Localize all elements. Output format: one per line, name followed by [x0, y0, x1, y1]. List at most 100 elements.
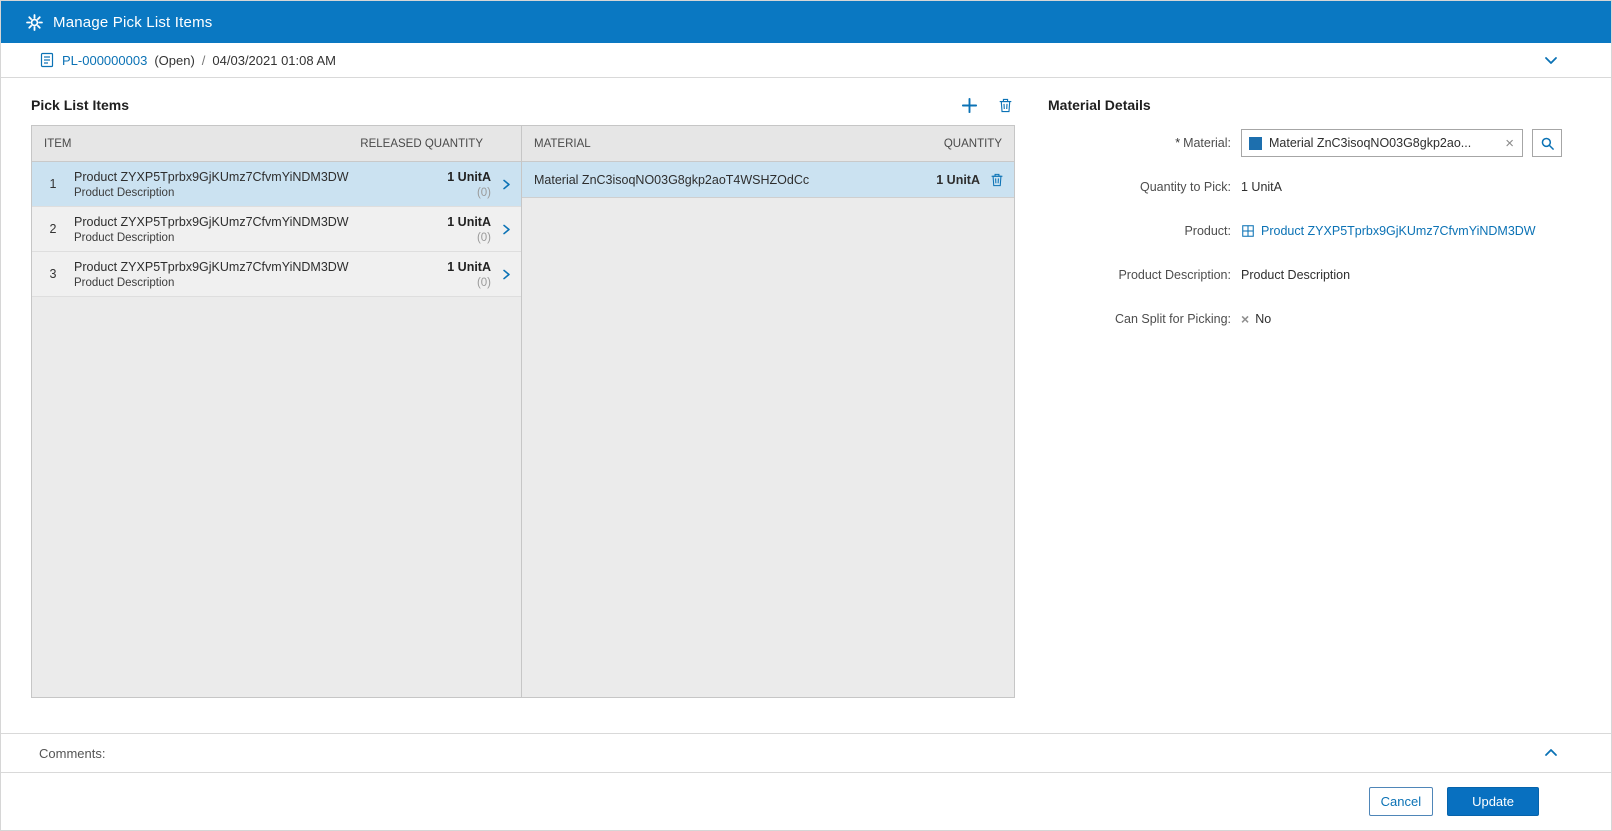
can-split-label: Can Split for Picking: — [1114, 312, 1231, 326]
item-product-cell: Product ZYXP5Tprbx9GjKUmz7CfvmYiNDM3DW P… — [74, 260, 447, 289]
quantity-to-pick-value: 1 UnitA — [1241, 180, 1282, 194]
item-number: 2 — [49, 222, 57, 236]
items-table-header: ITEM RELEASED QUANTITY — [32, 126, 521, 162]
app-header: Manage Pick List Items — [1, 1, 1611, 43]
collapse-summary-button[interactable] — [1541, 50, 1561, 70]
pick-list-item-row[interactable]: 3 Product ZYXP5Tprbx9GjKUmz7CfvmYiNDM3DW… — [32, 252, 521, 297]
clear-icon[interactable]: × — [1504, 136, 1515, 151]
material-details-title: Material Details — [1048, 97, 1151, 113]
material-field-value: Material ZnC3isoqNO03G8gkp2ao... × — [1241, 129, 1562, 157]
material-quantity: 1 UnitA — [936, 172, 980, 187]
material-name: Material ZnC3isoqNO03G8gkp2aoT4WSHZOdCc — [534, 172, 810, 187]
material-swatch-icon — [1249, 136, 1262, 150]
breadcrumb-separator: / — [201, 52, 206, 68]
product-grid-icon — [1241, 224, 1255, 238]
material-combobox[interactable]: Material ZnC3isoqNO03G8gkp2ao... × — [1241, 129, 1523, 157]
comments-bar: Comments: — [1, 733, 1611, 773]
comments-label: Comments: — [39, 745, 106, 761]
footer-actions: Cancel Update — [1, 773, 1611, 830]
row-detail-chevron[interactable] — [491, 268, 521, 281]
column-header-item: ITEM — [44, 137, 72, 150]
item-product-description: Product Description — [74, 231, 175, 244]
can-split-row: Can Split for Picking: × No — [1048, 305, 1571, 333]
can-split-text: No — [1255, 312, 1272, 326]
materials-table: MATERIAL QUANTITY Material ZnC3isoqNO03G… — [522, 126, 1014, 697]
delete-material-button[interactable] — [990, 172, 1004, 187]
pick-list-item-row[interactable]: 1 Product ZYXP5Tprbx9GjKUmz7CfvmYiNDM3DW… — [32, 162, 521, 207]
can-split-value: × No — [1241, 312, 1271, 326]
quantity-to-pick-row: Quantity to Pick: 1 UnitA — [1048, 173, 1571, 201]
trash-icon — [998, 97, 1013, 113]
quantity-to-pick-label: Quantity to Pick: — [1139, 180, 1231, 194]
pick-list-items-section: Pick List Items ITEM RELEASED QUANTITY 1… — [31, 90, 1015, 733]
update-button[interactable]: Update — [1447, 787, 1539, 816]
picklist-document-icon — [39, 52, 55, 68]
gear-icon — [26, 13, 43, 31]
items-table-empty-area — [32, 297, 521, 697]
material-field-row: * Material: Material ZnC3isoqNO03G8gkp2ao… — [1048, 129, 1571, 157]
item-released-quantity-cell: 1 UnitA (0) — [447, 260, 491, 289]
product-row: Product: Product ZYXP5Tprbx9GjKUmz7CfvmY… — [1048, 217, 1571, 245]
materials-table-empty-area — [522, 198, 1014, 697]
item-product-cell: Product ZYXP5Tprbx9GjKUmz7CfvmYiNDM3DW P… — [74, 170, 447, 199]
plus-icon — [961, 97, 978, 114]
item-released-quantity-sub: (0) — [476, 276, 491, 289]
item-released-quantity-sub: (0) — [476, 231, 491, 244]
material-details-section: Material Details * Material: Material ZnC… — [1048, 90, 1571, 733]
picklist-number-link[interactable]: PL-000000003 — [62, 53, 147, 68]
pick-list-item-row[interactable]: 2 Product ZYXP5Tprbx9GjKUmz7CfvmYiNDM3DW… — [32, 207, 521, 252]
pick-list-items-toolbar: Pick List Items — [31, 90, 1015, 120]
trash-icon — [990, 172, 1004, 187]
picklist-timestamp: 04/03/2021 01:08 AM — [212, 52, 337, 68]
column-header-quantity: QUANTITY — [943, 137, 1002, 150]
product-description-label: Product Description: — [1118, 268, 1231, 282]
pick-list-items-title: Pick List Items — [31, 97, 130, 113]
product-description-row: Product Description: Product Description — [1048, 261, 1571, 289]
material-row[interactable]: Material ZnC3isoqNO03G8gkp2aoT4WSHZOdCc … — [522, 162, 1014, 198]
item-released-quantity: 1 UnitA — [447, 259, 491, 274]
material-combobox-value: Material ZnC3isoqNO03G8gkp2ao... — [1269, 136, 1472, 150]
product-link[interactable]: Product ZYXP5Tprbx9GjKUmz7CfvmYiNDM3DW — [1261, 224, 1536, 238]
item-released-quantity-cell: 1 UnitA (0) — [447, 170, 491, 199]
material-search-button[interactable] — [1532, 129, 1562, 157]
items-table: ITEM RELEASED QUANTITY 1 Product ZYXP5Tp… — [32, 126, 522, 697]
cancel-button[interactable]: Cancel — [1368, 787, 1434, 816]
item-released-quantity-sub: (0) — [476, 186, 491, 199]
item-product-name: Product ZYXP5Tprbx9GjKUmz7CfvmYiNDM3DW — [74, 169, 349, 184]
row-detail-chevron[interactable] — [491, 178, 521, 191]
pick-list-tables: ITEM RELEASED QUANTITY 1 Product ZYXP5Tp… — [31, 125, 1015, 698]
item-product-description: Product Description — [74, 276, 175, 289]
chevron-down-icon — [1543, 52, 1559, 68]
item-product-cell: Product ZYXP5Tprbx9GjKUmz7CfvmYiNDM3DW P… — [74, 215, 447, 244]
collapse-comments-button[interactable] — [1541, 743, 1561, 763]
material-field-label: * Material: — [1175, 136, 1231, 150]
picklist-status: (Open) — [154, 52, 195, 68]
column-header-released-quantity: RELEASED QUANTITY — [360, 137, 483, 150]
item-released-quantity: 1 UnitA — [447, 169, 491, 184]
search-icon — [1540, 136, 1555, 151]
item-product-description: Product Description — [74, 186, 175, 199]
product-description-value: Product Description — [1241, 268, 1351, 282]
chevron-up-icon — [1543, 745, 1559, 761]
product-label: Product: — [1184, 224, 1231, 238]
required-marker: * — [1175, 136, 1181, 150]
chevron-right-icon — [500, 268, 513, 281]
item-released-quantity-cell: 1 UnitA (0) — [447, 215, 491, 244]
item-product-name: Product ZYXP5Tprbx9GjKUmz7CfvmYiNDM3DW — [74, 259, 349, 274]
page-title: Manage Pick List Items — [53, 13, 213, 31]
main-content: Pick List Items ITEM RELEASED QUANTITY 1… — [1, 78, 1611, 733]
item-number: 1 — [49, 177, 57, 191]
product-value: Product ZYXP5Tprbx9GjKUmz7CfvmYiNDM3DW — [1241, 224, 1536, 238]
add-item-button[interactable] — [959, 95, 980, 116]
materials-table-header: MATERIAL QUANTITY — [522, 126, 1014, 162]
no-x-icon: × — [1241, 311, 1250, 327]
column-header-material: MATERIAL — [534, 137, 591, 150]
app-window: Manage Pick List Items PL-000000003 (Ope… — [0, 0, 1612, 831]
chevron-right-icon — [500, 223, 513, 236]
delete-item-button[interactable] — [996, 95, 1015, 115]
item-product-name: Product ZYXP5Tprbx9GjKUmz7CfvmYiNDM3DW — [74, 214, 349, 229]
item-number: 3 — [49, 267, 57, 281]
row-detail-chevron[interactable] — [491, 223, 521, 236]
chevron-right-icon — [500, 178, 513, 191]
picklist-summary-bar: PL-000000003 (Open) / 04/03/2021 01:08 A… — [1, 43, 1611, 78]
